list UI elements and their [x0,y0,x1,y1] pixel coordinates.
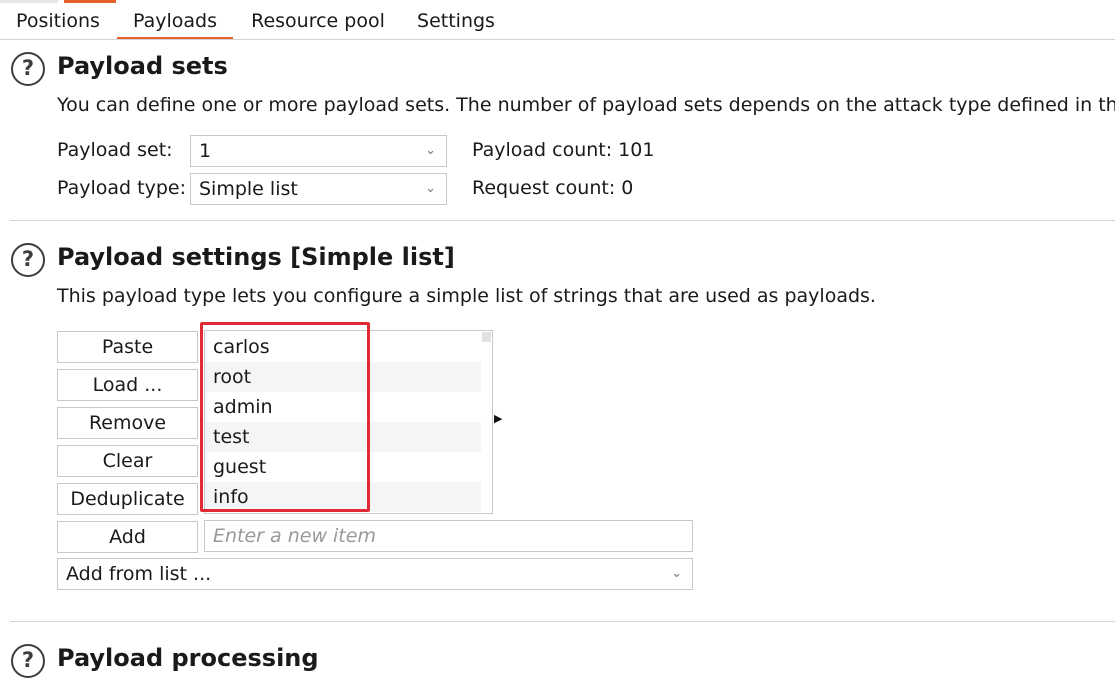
add-from-list-label: Add from list ... [66,563,212,585]
window-edge [0,0,58,3]
payload-set-select[interactable]: 1 ⌄ [190,135,447,167]
payload-list[interactable]: carlos root admin test guest info [204,330,493,514]
tab-resource-pool[interactable]: Resource pool [240,4,396,39]
payload-settings-description: This payload type lets you configure a s… [57,285,876,307]
add-from-list-select[interactable]: Add from list ... ⌄ [57,558,693,590]
payload-type-select[interactable]: Simple list ⌄ [190,173,447,205]
list-item[interactable]: carlos [205,332,482,362]
section-divider [10,621,1115,622]
paste-button[interactable]: Paste [57,331,198,363]
payload-count: Payload count: 101 [472,139,655,161]
payload-sets-title: Payload sets [57,52,228,80]
payload-set-label: Payload set: [57,139,173,161]
section-divider [10,220,1115,221]
chevron-down-icon: ⌄ [671,566,682,581]
chevron-down-icon: ⌄ [425,143,436,158]
payload-processing-help-icon[interactable]: ? [11,644,45,678]
list-item[interactable]: admin [205,392,482,422]
clear-button[interactable]: Clear [57,445,198,477]
payload-processing-title: Payload processing [57,644,319,672]
tab-payloads[interactable]: Payloads [117,4,233,39]
load-button[interactable]: Load ... [57,369,198,401]
payload-sets-description: You can define one or more payload sets.… [57,94,1115,116]
payload-settings-title: Payload settings [Simple list] [57,243,455,271]
active-window-tab-edge [64,0,116,3]
payload-sets-help-icon[interactable]: ? [11,52,45,86]
list-scrollbar[interactable] [481,331,492,513]
list-item[interactable]: test [205,422,482,452]
chevron-down-icon: ⌄ [425,181,436,196]
list-item[interactable]: root [205,362,482,392]
tab-bar: Positions Payloads Resource pool Setting… [0,4,1115,40]
list-item[interactable]: guest [205,452,482,482]
payload-type-label: Payload type: [57,177,186,199]
payload-settings-help-icon[interactable]: ? [11,243,45,277]
new-item-input[interactable] [204,520,693,552]
remove-button[interactable]: Remove [57,407,198,439]
add-button[interactable]: Add [57,521,198,553]
tab-positions[interactable]: Positions [6,4,110,39]
request-count: Request count: 0 [472,177,634,199]
payload-set-value: 1 [199,140,212,162]
payload-type-value: Simple list [199,178,298,200]
intruder-payloads-panel: Positions Payloads Resource pool Setting… [0,0,1115,688]
expand-arrow-icon[interactable]: ▶ [494,412,502,425]
tab-settings[interactable]: Settings [408,4,504,39]
scrollbar-thumb[interactable] [482,332,491,342]
deduplicate-button[interactable]: Deduplicate [57,483,198,515]
list-item[interactable]: info [205,482,482,512]
